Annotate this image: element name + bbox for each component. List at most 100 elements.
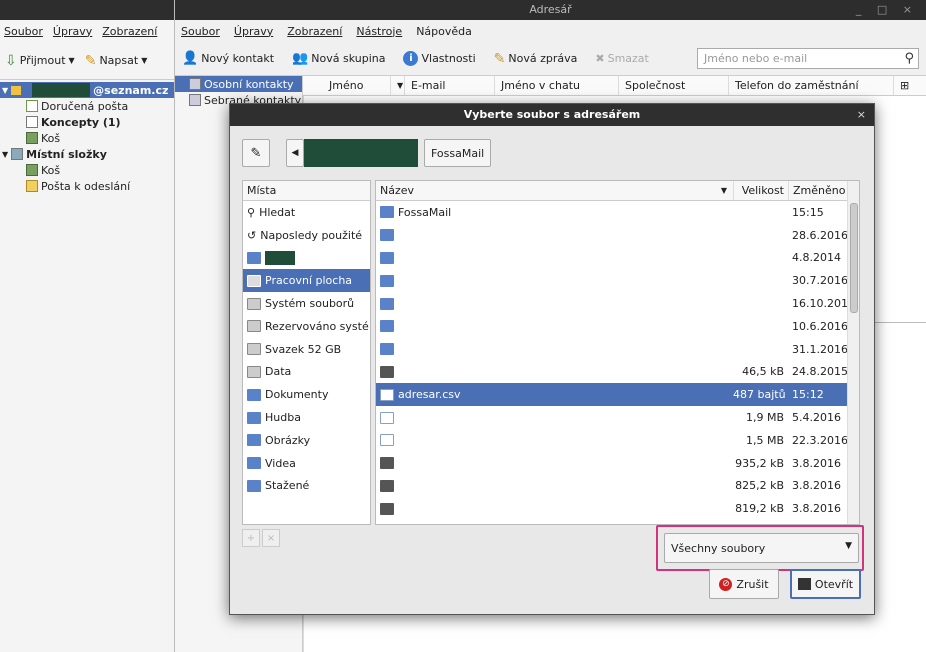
menu-edit[interactable]: Úpravy: [234, 25, 273, 38]
column-modified[interactable]: Změněno: [788, 181, 848, 200]
place-home[interactable]: [243, 247, 370, 270]
column-work-phone[interactable]: Telefon do zaměstnání: [729, 76, 894, 95]
receive-button[interactable]: ⇩ Přijmout ▼: [2, 51, 78, 71]
redacted-account-name: [32, 83, 91, 97]
place-videos[interactable]: Videa: [243, 452, 370, 475]
file-row[interactable]: 30.7.2016: [376, 269, 859, 292]
file-name-cell: [376, 406, 733, 429]
place-filesystem[interactable]: Systém souborů: [243, 292, 370, 315]
write-button[interactable]: ✎ Napsat ▼: [82, 51, 151, 71]
column-email[interactable]: E-mail: [405, 76, 495, 95]
local-folders-row[interactable]: ▼ Místní složky: [0, 146, 174, 162]
file-row[interactable]: 825,2 kB 3.8.2016: [376, 474, 859, 498]
file-row[interactable]: adresar.csv 487 bajtů 15:12: [376, 383, 859, 407]
redacted-file-name: [402, 269, 722, 292]
folder-trash[interactable]: Koš: [0, 130, 174, 146]
desktop-icon: [247, 274, 261, 287]
menu-file[interactable]: Soubor: [181, 25, 220, 38]
place-pictures[interactable]: Obrázky: [243, 429, 370, 452]
account-row[interactable]: ▼ @seznam.cz: [0, 82, 174, 98]
new-contact-icon: 👤: [182, 51, 199, 66]
file-modified: 16.10.2013: [792, 297, 855, 311]
pictures-folder-icon: [247, 434, 261, 447]
file-row[interactable]: 1,9 MB 5.4.2016: [376, 406, 859, 429]
local-folder-outbox[interactable]: Pošta k odeslání: [0, 178, 174, 194]
expand-icon[interactable]: ▼: [2, 86, 8, 95]
path-back-button[interactable]: ◀: [286, 139, 304, 167]
computer-icon: [11, 148, 24, 160]
path-segment-current[interactable]: FossaMail: [424, 139, 492, 167]
file-row[interactable]: 46,5 kB 24.8.2015: [376, 360, 859, 384]
column-size[interactable]: Velikost: [733, 181, 788, 200]
file-row[interactable]: 16.10.2013: [376, 292, 859, 315]
book-personal[interactable]: Osobní kontakty: [175, 76, 302, 92]
chevron-down-icon[interactable]: ▼: [141, 56, 147, 65]
new-group-button[interactable]: 👥 Nová skupina: [289, 49, 388, 68]
remove-place-button[interactable]: ×: [262, 529, 280, 547]
file-row[interactable]: 4.8.2014: [376, 246, 859, 270]
file-type-filter[interactable]: Všechny soubory ▼: [664, 533, 859, 563]
place-reserved[interactable]: Rezervováno systé…: [243, 315, 370, 338]
delete-button[interactable]: ✖ Smazat: [592, 50, 652, 67]
folder-icon: [380, 274, 394, 287]
mail-window: Soubor Úpravy Zobrazení ⇩ Přijmout ▼ ✎ N…: [0, 0, 175, 652]
local-folder-trash[interactable]: Koš: [0, 162, 174, 178]
scrollbar-thumb[interactable]: [850, 203, 858, 313]
file-chooser-dialog: Vyberte soubor s adresářem × ✎ ◀ FossaMa…: [229, 103, 875, 615]
file-list-header: Název ▼ Velikost Změněno: [376, 181, 859, 201]
file-modified: 5.4.2016: [792, 411, 841, 425]
menu-view[interactable]: Zobrazení: [287, 25, 342, 38]
address-book-menubar: Soubor Úpravy Zobrazení Nástroje Nápověd…: [175, 20, 926, 42]
file-modified: 24.8.2015: [792, 365, 848, 379]
expand-icon[interactable]: ▼: [2, 150, 8, 159]
column-picker-icon[interactable]: ⊞: [894, 76, 914, 95]
menu-help[interactable]: Nápověda: [416, 25, 472, 38]
place-downloads[interactable]: Stažené: [243, 475, 370, 498]
sort-icon[interactable]: ▼: [391, 76, 405, 95]
info-icon: i: [403, 51, 419, 66]
column-company[interactable]: Společnost: [619, 76, 729, 95]
place-desktop[interactable]: Pracovní plocha: [243, 269, 370, 293]
cancel-button[interactable]: ⊘ Zrušit: [709, 569, 779, 599]
properties-button[interactable]: i Vlastnosti: [400, 49, 478, 68]
menu-view[interactable]: Zobrazení: [102, 25, 157, 38]
account-suffix: @seznam.cz: [93, 83, 169, 97]
column-name[interactable]: Jméno: [303, 76, 391, 95]
file-row[interactable]: 819,2 kB 3.8.2016: [376, 497, 859, 520]
new-message-button[interactable]: ✎ Nová zpráva: [491, 49, 581, 69]
place-search[interactable]: ⚲ Hledat: [243, 201, 370, 224]
window-controls[interactable]: _ □ ×: [856, 0, 918, 20]
menu-file[interactable]: Soubor: [4, 25, 43, 38]
file-row[interactable]: 1,5 MB 22.3.2016: [376, 429, 859, 452]
folder-drafts[interactable]: Koncepty (1): [0, 114, 174, 130]
type-path-button[interactable]: ✎: [242, 139, 270, 167]
place-documents[interactable]: Dokumenty: [243, 383, 370, 406]
search-icon[interactable]: ⚲: [904, 51, 914, 66]
file-row[interactable]: 28.6.2016: [376, 224, 859, 247]
column-name[interactable]: Název ▼: [376, 181, 733, 200]
file-name-cell: [376, 429, 733, 452]
open-button[interactable]: Otevřít: [790, 569, 861, 599]
file-row[interactable]: 10.6.2016: [376, 315, 859, 338]
open-file-icon: [797, 578, 811, 590]
file-row[interactable]: 935,2 kB 3.8.2016: [376, 452, 859, 475]
new-contact-button[interactable]: 👤 Nový kontakt: [179, 49, 277, 68]
folder-inbox[interactable]: Doručená pošta: [0, 98, 174, 114]
redacted-path-segment[interactable]: [304, 139, 418, 167]
add-place-button[interactable]: +: [242, 529, 260, 547]
chevron-down-icon[interactable]: ▼: [69, 56, 75, 65]
menu-tools[interactable]: Nástroje: [356, 25, 402, 38]
file-name-cell: [376, 452, 733, 475]
place-music[interactable]: Hudba: [243, 406, 370, 429]
file-row[interactable]: FossaMail 15:15: [376, 201, 859, 224]
menu-edit[interactable]: Úpravy: [53, 25, 92, 38]
close-icon[interactable]: ×: [857, 104, 866, 126]
place-volume[interactable]: Svazek 52 GB: [243, 338, 370, 361]
redacted-file-name: [402, 474, 722, 497]
place-data[interactable]: Data: [243, 361, 370, 384]
file-row[interactable]: 31.1.2016: [376, 338, 859, 361]
column-chat[interactable]: Jméno v chatu: [495, 76, 619, 95]
place-recent[interactable]: ↺ Naposledy použité: [243, 224, 370, 247]
search-input[interactable]: Jméno nebo e-mail ⚲: [697, 48, 919, 69]
scrollbar[interactable]: [847, 181, 859, 524]
